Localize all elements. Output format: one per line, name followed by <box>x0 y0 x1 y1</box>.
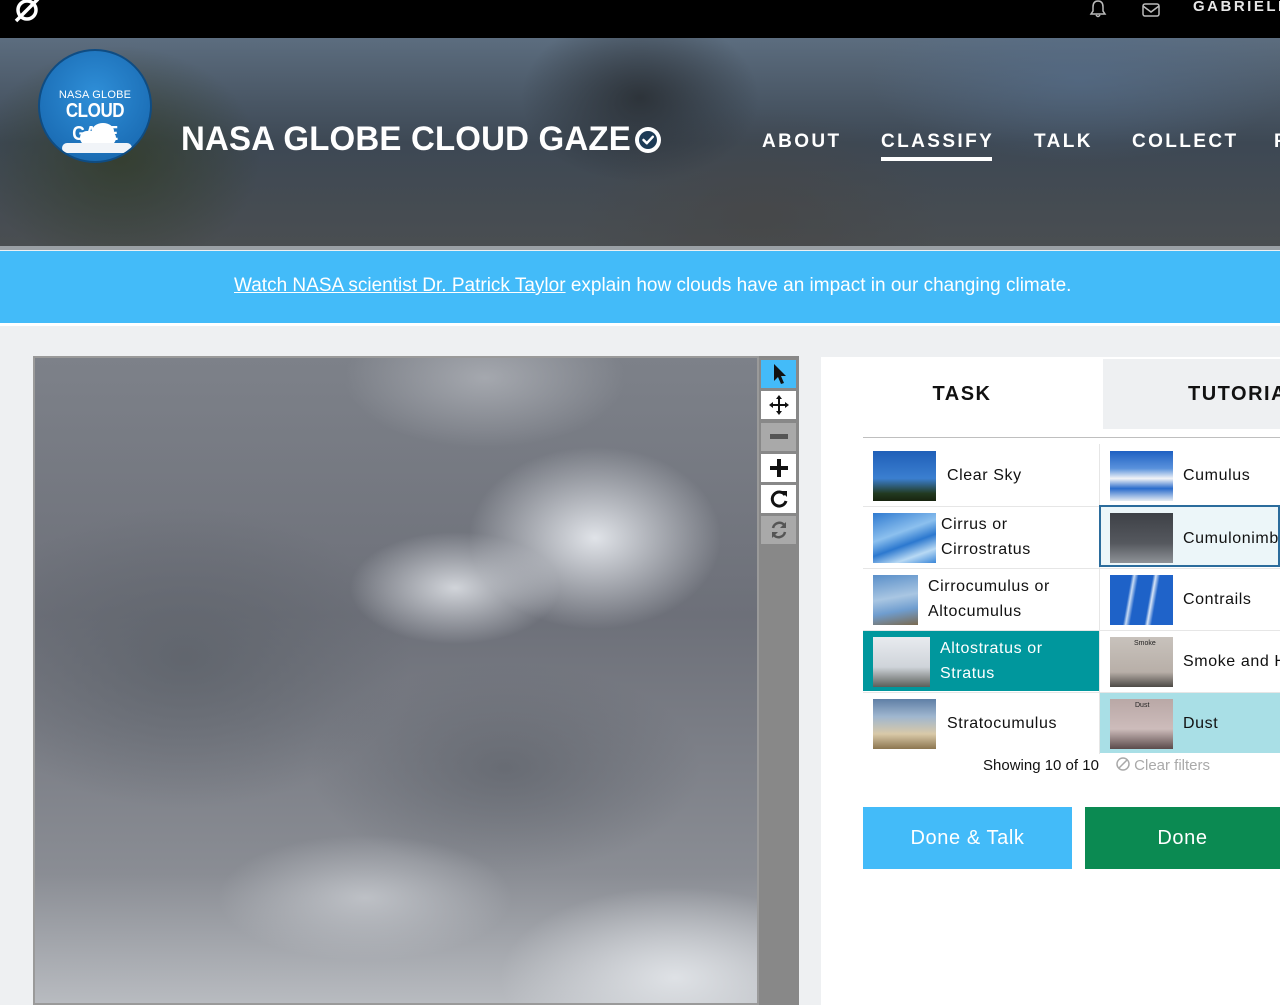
tabs-divider <box>863 437 1280 438</box>
choice-label: Altocumulus <box>928 603 1022 620</box>
thumb-stratocumulus <box>873 699 936 749</box>
choice-label: Clear Sky <box>947 467 1022 484</box>
nav-collect[interactable]: COLLECT <box>1132 131 1239 153</box>
nav-active-indicator <box>881 157 992 161</box>
announcement-text: Watch NASA scientist Dr. Patrick Taylor … <box>234 275 1071 297</box>
zoom-in-icon <box>769 459 788 477</box>
choice-contrails[interactable]: Contrails <box>1100 569 1280 629</box>
tab-tutorial[interactable]: TUTORIAL <box>1103 359 1280 429</box>
done-and-talk-button[interactable]: Done & Talk <box>863 807 1072 869</box>
choice-label: Cumulonimbus <box>1183 530 1279 547</box>
announcement-body: explain how clouds have an impact in our… <box>565 275 1072 296</box>
user-menu[interactable]: GABRIELL <box>1193 0 1280 15</box>
subject-image[interactable] <box>33 356 759 1005</box>
thumb-dust: Dust <box>1110 699 1173 749</box>
project-avatar[interactable]: NASA GLOBE CLOUD GAZE <box>38 49 152 163</box>
choice-label: Altostratus or <box>940 640 1043 657</box>
move-icon <box>768 395 789 415</box>
rotate-tool[interactable] <box>761 485 796 513</box>
zoom-in-tool[interactable] <box>761 454 796 482</box>
mail-icon[interactable] <box>1141 2 1161 18</box>
clear-filters-button[interactable]: Clear filters <box>1116 757 1210 774</box>
choice-cirrocumulus[interactable]: Cirrocumulus or Altocumulus <box>863 569 1099 629</box>
clear-filters-label: Clear filters <box>1134 757 1211 774</box>
nav-talk[interactable]: TALK <box>1034 131 1093 153</box>
header-divider <box>0 246 1280 250</box>
zooniverse-logo-icon[interactable] <box>12 0 42 26</box>
cancel-circle-icon <box>1116 757 1130 771</box>
project-title[interactable]: NASA GLOBE CLOUD GAZE <box>181 120 631 159</box>
tab-task[interactable]: TASK <box>821 359 1103 429</box>
top-bar: GABRIELL <box>0 0 1280 38</box>
choice-clear-sky[interactable]: Clear Sky <box>863 445 1099 505</box>
bell-icon[interactable] <box>1088 0 1108 18</box>
banner-divider <box>0 323 1280 326</box>
thumb-cumulonimbus <box>1110 513 1173 563</box>
pointer-tool[interactable] <box>761 360 796 388</box>
nav-about[interactable]: ABOUT <box>762 131 842 153</box>
zoom-out-tool[interactable] <box>761 423 796 451</box>
thumb-altostratus <box>873 637 930 687</box>
choice-cumulonimbus[interactable]: Cumulonimbus <box>1099 505 1280 567</box>
check-badge-icon <box>635 127 661 153</box>
choice-cirrus[interactable]: Cirrus or Cirrostratus <box>863 507 1099 567</box>
showing-count: Showing 10 of 10 <box>983 757 1099 774</box>
choice-label: Cirrus or <box>941 516 1008 533</box>
thumb-caption: Dust <box>1135 702 1150 709</box>
nav-classify[interactable]: CLASSIFY <box>881 131 994 153</box>
pointer-icon <box>773 364 786 384</box>
thumb-cirrocumulus <box>873 575 918 625</box>
thumb-clear-sky <box>873 451 936 501</box>
thumb-caption: Smoke <box>1134 640 1156 647</box>
choice-label: Stratocumulus <box>947 715 1058 732</box>
reset-tool[interactable] <box>761 516 796 544</box>
thumb-cumulus <box>1110 451 1173 501</box>
choice-smoke-haze[interactable]: Smoke Smoke and Haze <box>1100 631 1280 691</box>
choice-label: Contrails <box>1183 591 1252 608</box>
choice-label: Dust <box>1183 715 1219 732</box>
choice-stratocumulus[interactable]: Stratocumulus <box>863 693 1099 753</box>
choice-label: Cumulus <box>1183 467 1251 484</box>
move-tool[interactable] <box>761 391 796 419</box>
thumb-cirrus <box>873 513 936 563</box>
thumb-smoke: Smoke <box>1110 637 1173 687</box>
thumb-contrails <box>1110 575 1173 625</box>
choice-label: Stratus <box>940 665 995 682</box>
rotate-icon <box>770 490 787 508</box>
choice-label: Cirrostratus <box>941 541 1031 558</box>
nav-recents[interactable]: R <box>1274 131 1280 153</box>
cloud-shape <box>62 143 132 153</box>
announcement-link[interactable]: Watch NASA scientist Dr. Patrick Taylor <box>234 275 566 296</box>
zoom-out-icon <box>769 434 788 439</box>
choice-altostratus[interactable]: Altostratus or Stratus <box>863 631 1099 691</box>
choice-label: Smoke and Haze <box>1183 653 1280 670</box>
reset-icon <box>771 521 786 539</box>
done-button[interactable]: Done <box>1085 807 1280 869</box>
choice-dust[interactable]: Dust Dust <box>1100 693 1280 753</box>
choice-cumulus[interactable]: Cumulus <box>1100 445 1280 505</box>
choice-label: Cirrocumulus or <box>928 578 1050 595</box>
